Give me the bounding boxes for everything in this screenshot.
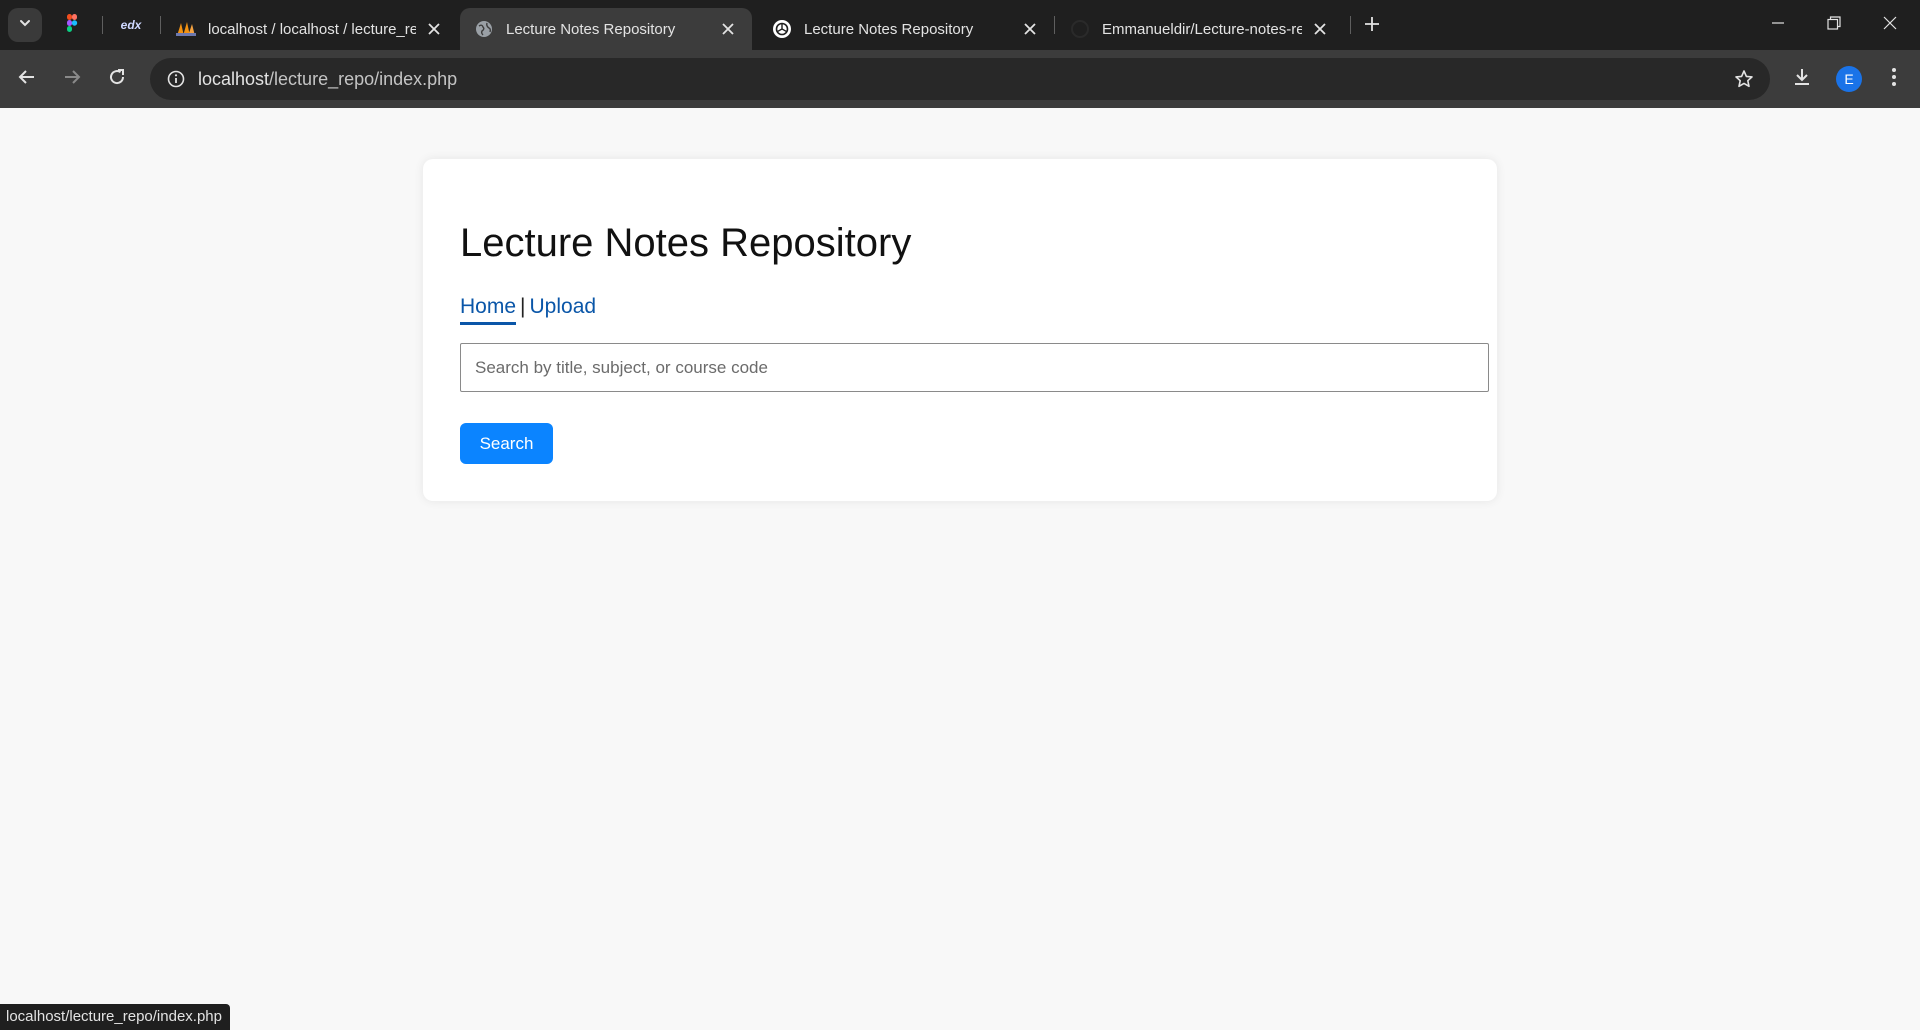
page-viewport: Lecture Notes Repository Home | Upload Sea… [0,108,1920,1030]
github-icon [1070,19,1090,39]
restore-icon [1827,15,1841,35]
search-button[interactable]: Search [460,423,553,464]
close-icon[interactable] [718,19,738,39]
nav-upload-link[interactable]: Upload [530,295,597,318]
tab-github[interactable]: Emmanueldir/Lecture-notes-rep [1056,8,1344,50]
site-nav: Home | Upload [460,295,596,325]
site-info-icon[interactable] [154,58,198,100]
forward-button[interactable] [54,61,90,97]
reload-icon [108,68,126,91]
tab-title: localhost / localhost / lecture_re [208,20,416,38]
page-title: Lecture Notes Repository [460,221,912,265]
back-button[interactable] [9,61,45,97]
reload-button[interactable] [99,61,135,97]
minimize-icon [1771,16,1785,35]
chevron-down-icon [18,16,32,35]
plus-icon [1364,16,1380,37]
phpmyadmin-icon [176,19,196,39]
tab-phpmyadmin[interactable]: localhost / localhost / lecture_re [162,8,458,50]
tab-chatgpt[interactable]: Lecture Notes Repository [758,8,1054,50]
search-input[interactable] [460,343,1489,392]
tab-title: Emmanueldir/Lecture-notes-rep [1102,20,1302,38]
tab-search-button[interactable] [8,8,42,42]
arrow-left-icon [18,68,36,91]
nav-home-link[interactable]: Home [460,295,517,325]
close-window-button[interactable] [1862,0,1918,50]
downloads-button[interactable] [1784,61,1820,97]
content-card: Lecture Notes Repository Home | Upload Sea… [423,159,1497,501]
close-icon[interactable] [424,19,444,39]
tab-title: Lecture Notes Repository [804,20,974,38]
tab-strip: edx localhost / localhost / lecture_re L… [0,0,1920,50]
nav-separator: | [520,295,526,318]
profile-avatar[interactable]: E [1836,66,1862,92]
bookmark-star-icon[interactable] [1732,67,1756,91]
close-icon[interactable] [1310,19,1330,39]
edx-icon: edx [120,18,142,32]
openai-icon [772,19,792,39]
browser-toolbar: localhost/lecture_repo/index.php E [0,50,1920,108]
download-icon [1792,67,1812,92]
close-icon [1883,16,1897,35]
url-host: localhost [198,68,270,89]
pinned-tab-edx[interactable]: edx [114,10,148,40]
kebab-menu-icon [1891,67,1897,92]
link-status-bubble: localhost/lecture_repo/index.php [0,1004,230,1030]
new-tab-button[interactable] [1358,12,1386,40]
tab-lecture-notes-active[interactable]: Lecture Notes Repository [460,8,752,50]
minimize-button[interactable] [1750,0,1806,50]
tab-title: Lecture Notes Repository [506,20,676,38]
url-path: /lecture_repo/index.php [269,68,458,89]
arrow-right-icon [63,68,81,91]
address-bar[interactable]: localhost/lecture_repo/index.php [150,58,1770,100]
globe-icon [474,19,494,39]
menu-button[interactable] [1876,61,1912,97]
url-text[interactable]: localhost/lecture_repo/index.php [198,69,457,90]
restore-button[interactable] [1806,0,1862,50]
close-icon[interactable] [1020,19,1040,39]
figma-icon [64,13,82,38]
pinned-tab-figma[interactable] [56,10,90,40]
